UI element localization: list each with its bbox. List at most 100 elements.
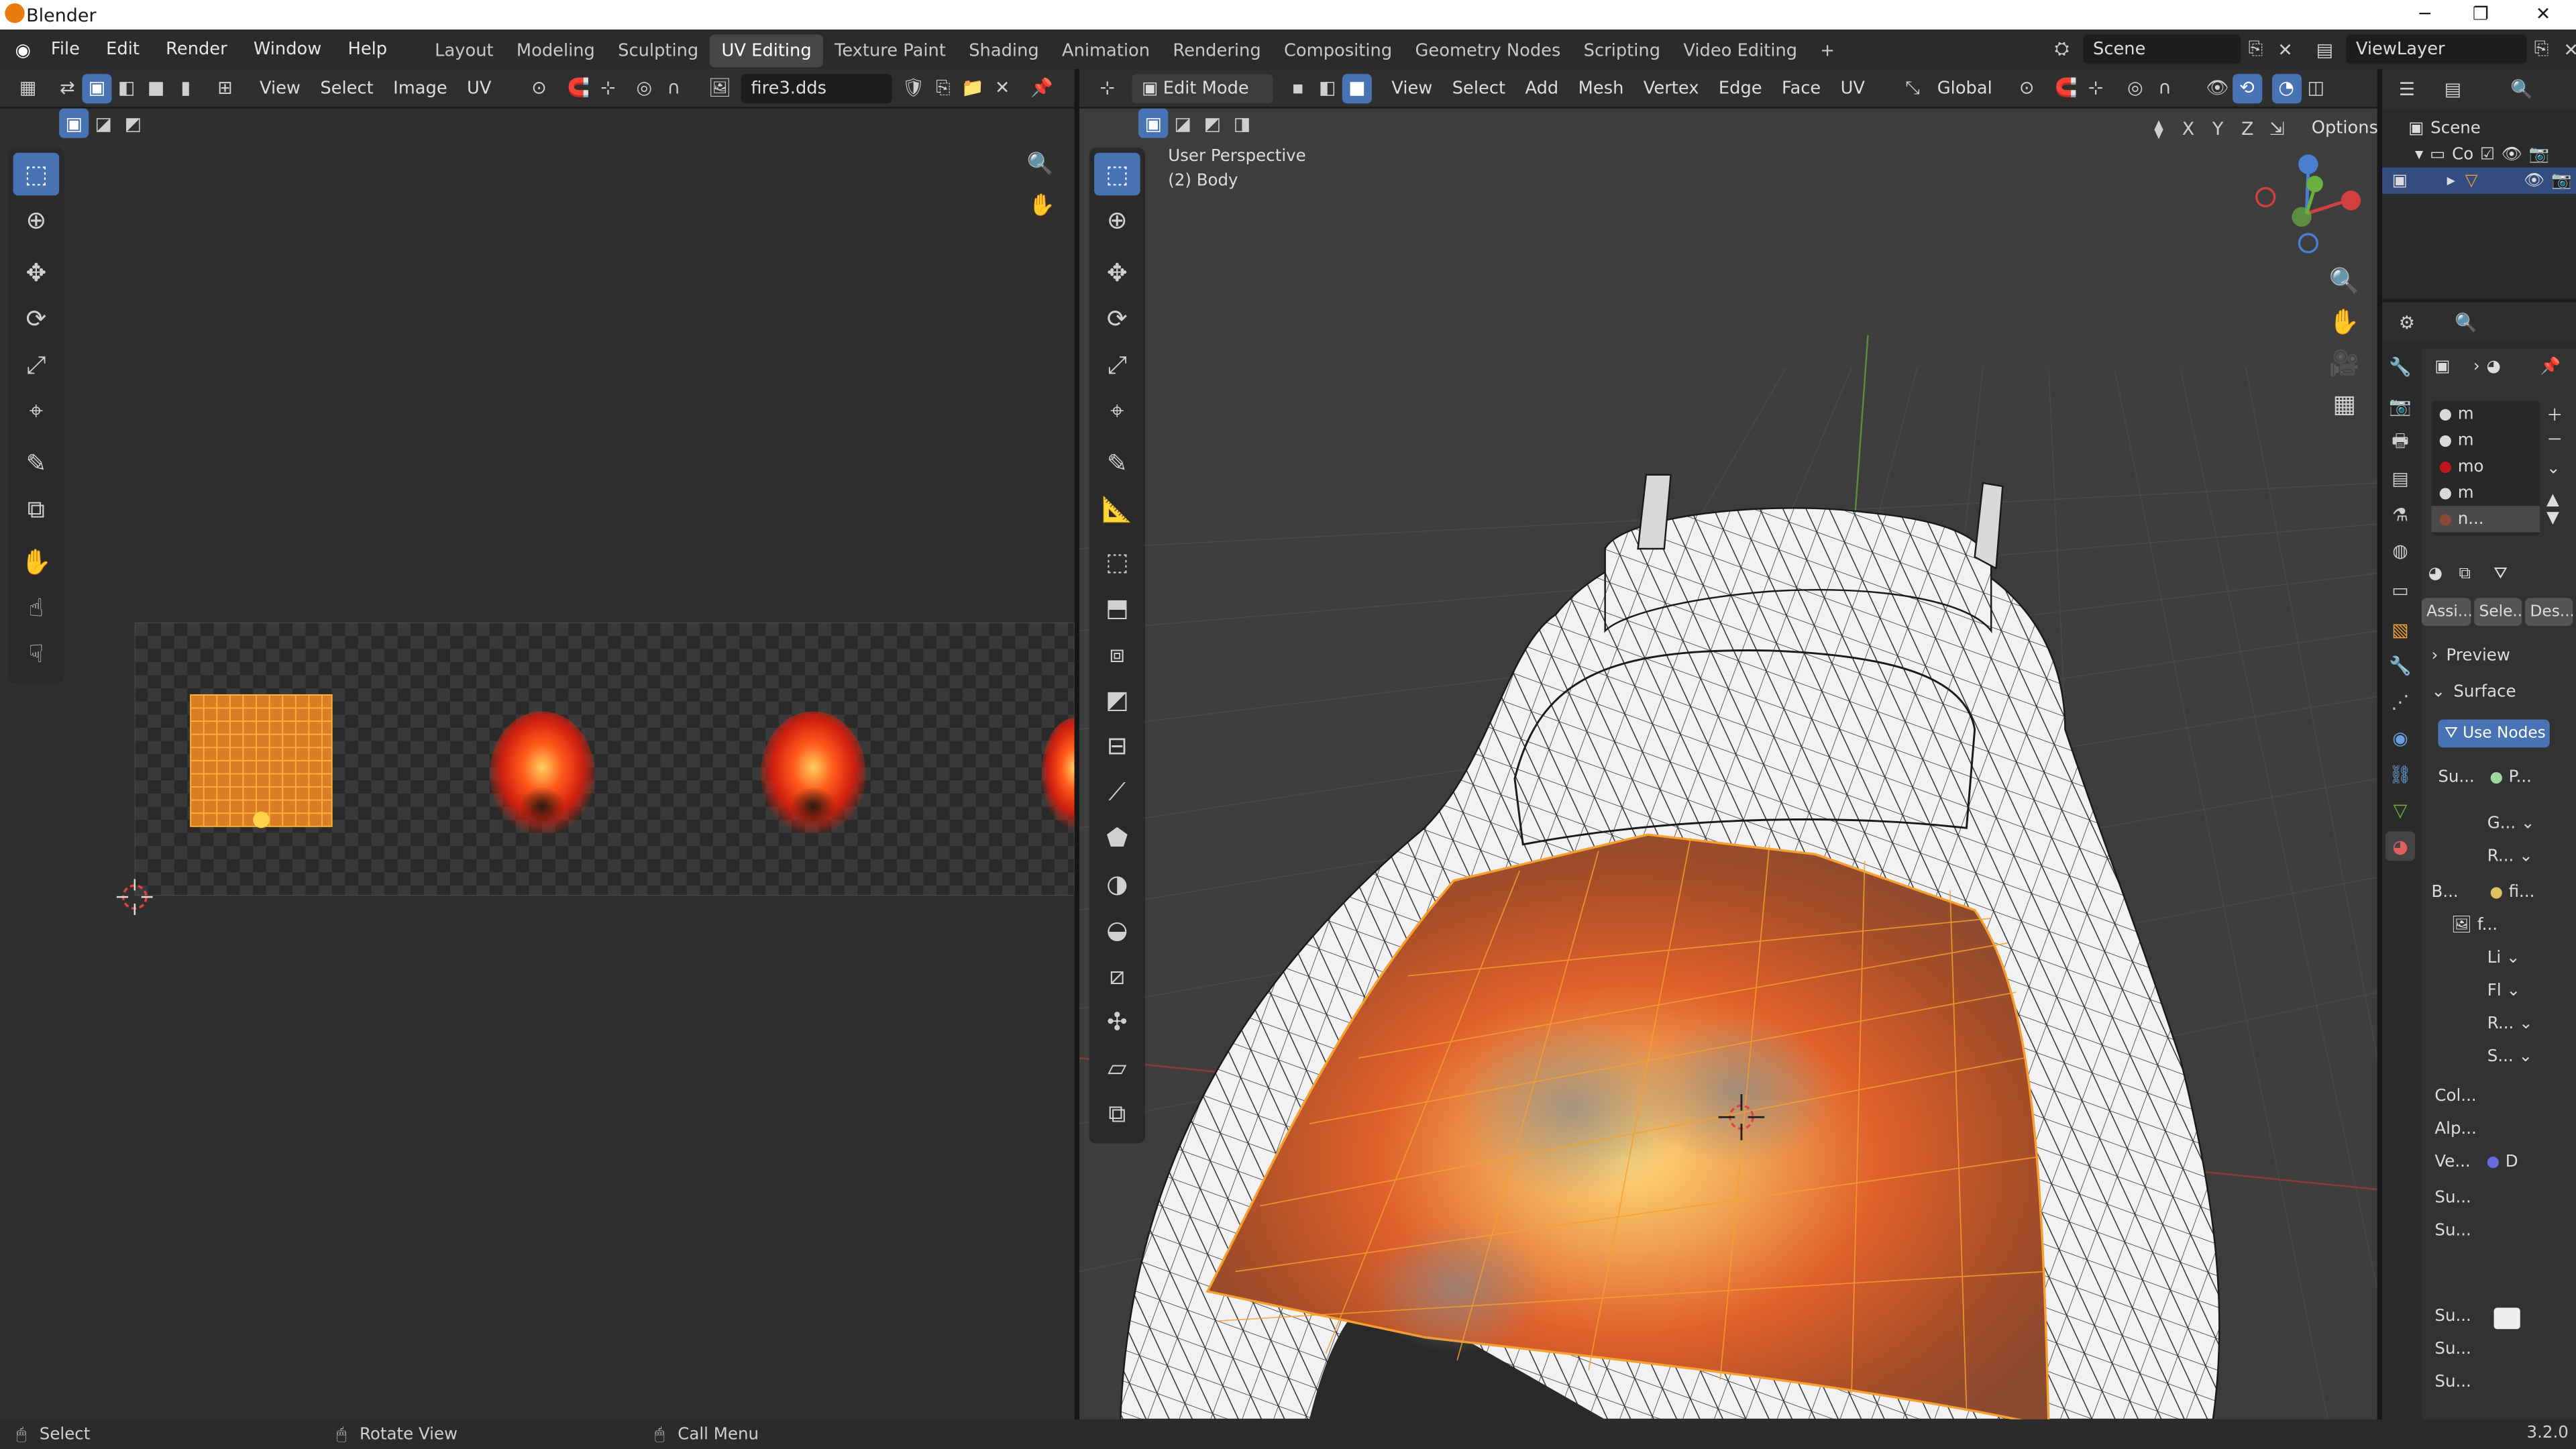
vector-value[interactable]: D (2506, 1153, 2518, 1171)
close-button[interactable]: ✕ (2517, 0, 2569, 30)
select-button[interactable]: Sele... (2474, 598, 2522, 627)
pan-icon[interactable]: ✋ (1028, 194, 1055, 219)
rotate-tool[interactable]: ⟳ (1094, 297, 1140, 340)
image-browse-icon[interactable]: 🖼 (705, 73, 735, 103)
visibility-icon[interactable]: 👁 (2202, 73, 2232, 103)
material-slot[interactable]: mo (2432, 453, 2540, 480)
add-workspace-button[interactable]: + (1809, 34, 1846, 67)
xray-icon[interactable]: ◫ (2301, 73, 2330, 103)
prop-row-value[interactable]: G... (2487, 815, 2516, 833)
bevel-tool[interactable]: ◩ (1094, 678, 1140, 721)
slot-menu-button[interactable]: ⌄ (2546, 460, 2573, 478)
scene-tab-icon[interactable]: ⚗ (2385, 499, 2415, 529)
select-subtract-icon[interactable]: ◩ (118, 109, 148, 138)
surface-panel-header[interactable]: ⌄ Surface (2432, 684, 2516, 702)
search-icon[interactable]: 🔍 (2451, 307, 2481, 337)
output-tab-icon[interactable]: 🖶 (2385, 427, 2415, 457)
modifier-tab-icon[interactable]: 🔧 (2385, 651, 2415, 680)
extrude-tool[interactable]: ⬒ (1094, 586, 1140, 629)
display-mode-icon[interactable]: ▤ (2438, 74, 2467, 103)
open-image-icon[interactable]: 📁 (958, 73, 987, 103)
edge-slide-tool[interactable]: ⧄ (1094, 955, 1140, 998)
new-scene-icon[interactable]: ⎘ (2241, 34, 2270, 64)
snap-icon[interactable]: 🧲 (2051, 73, 2081, 103)
remove-slot-button[interactable]: － (2546, 425, 2573, 450)
edge-mode-icon[interactable]: ◧ (1313, 73, 1342, 103)
island-select-icon[interactable]: ▮ (171, 73, 201, 103)
tab-scripting[interactable]: Scripting (1572, 34, 1672, 67)
proportional-edit-icon[interactable]: ◎ (629, 73, 659, 103)
knife-tool[interactable]: ⟋ (1094, 771, 1140, 814)
snap-target-icon[interactable]: ⊹ (2081, 73, 2110, 103)
tool-tab-icon[interactable]: 🔧 (2385, 352, 2415, 381)
edge-select-icon[interactable]: ◧ (112, 73, 142, 103)
rotate-tool[interactable]: ⟳ (13, 297, 60, 340)
constraints-tab-icon[interactable]: ⛓ (2385, 759, 2415, 788)
shrink-fatten-tool[interactable]: ✣ (1094, 1000, 1140, 1043)
use-nodes-button[interactable]: ⛛ Use Nodes (2438, 719, 2550, 748)
edge-menu[interactable]: Edge (1709, 69, 1772, 108)
poly-build-tool[interactable]: ⬟ (1094, 816, 1140, 859)
add-cube-tool[interactable]: ⬚ (1094, 541, 1140, 584)
subsurface-color-swatch[interactable] (2493, 1307, 2520, 1330)
new-image-icon[interactable]: ⎘ (928, 73, 958, 103)
view-menu[interactable]: View (1382, 69, 1442, 108)
falloff-icon[interactable]: ∩ (659, 73, 688, 103)
pin-icon[interactable]: 📌 (1027, 73, 1057, 103)
measure-tool[interactable]: 📐 (1094, 488, 1140, 531)
tab-geometry-nodes[interactable]: Geometry Nodes (1403, 34, 1572, 67)
transform-tool[interactable]: ⌖ (1094, 389, 1140, 432)
snap-icon[interactable]: 🧲 (564, 73, 593, 103)
vertex-select-icon[interactable]: ▣ (82, 72, 112, 103)
eye-icon[interactable]: 👁 (2502, 146, 2522, 164)
material-slot[interactable]: m (2432, 401, 2540, 427)
pan-icon[interactable]: ✋ (2328, 304, 2361, 340)
search-icon[interactable]: 🔍 (2507, 74, 2536, 103)
move-down-button[interactable]: ▼ (2546, 509, 2573, 527)
scene-render[interactable] (1079, 138, 2377, 1419)
face-select-icon[interactable]: ■ (142, 73, 171, 103)
mode-dropdown[interactable]: ▣ Edit Mode (1132, 72, 1273, 103)
select-box-tool[interactable]: ⬚ (13, 152, 60, 196)
uv-image-canvas[interactable] (134, 623, 1075, 896)
uv-menu-image[interactable]: Image (383, 68, 457, 108)
delete-view-layer-icon[interactable]: ✕ (2557, 34, 2576, 64)
select-new-icon[interactable]: ▣ (1138, 108, 1169, 138)
data-tab-icon[interactable]: ▽ (2385, 795, 2415, 824)
annotate-tool[interactable]: ✎ (13, 442, 60, 485)
shear-tool[interactable]: ▱ (1094, 1046, 1140, 1089)
orientation-dropdown[interactable]: Global (1927, 69, 2002, 108)
tab-animation[interactable]: Animation (1051, 34, 1161, 67)
tab-compositing[interactable]: Compositing (1273, 34, 1403, 67)
grid-icon[interactable]: ▦ (2328, 386, 2361, 423)
menu-help[interactable]: Help (335, 30, 400, 69)
transform-tool[interactable]: ⌖ (13, 389, 60, 432)
view-layer-browse-icon[interactable]: ▤ (2310, 34, 2339, 64)
smooth-tool[interactable]: ◒ (1094, 908, 1140, 951)
move-up-button[interactable]: ▲ (2546, 491, 2573, 509)
particles-tab-icon[interactable]: ⋰ (2385, 687, 2415, 716)
move-tool[interactable]: ✥ (1094, 252, 1140, 294)
mesh-menu[interactable]: Mesh (1568, 69, 1633, 108)
object-tab-icon[interactable]: ▧ (2385, 614, 2415, 644)
fake-user-icon[interactable]: 🛡 (899, 73, 928, 103)
zoom-icon[interactable]: 🔍 (2328, 263, 2361, 299)
editor-type-icon[interactable]: ▦ (13, 73, 43, 103)
spin-tool[interactable]: ◑ (1094, 863, 1140, 906)
node-tree-icon[interactable]: ⛛ (2493, 565, 2508, 583)
select-new-icon[interactable]: ▣ (59, 108, 89, 138)
physics-tab-icon[interactable]: ◉ (2385, 723, 2415, 753)
assign-button[interactable]: Assi... (2421, 598, 2471, 627)
select-invert-icon[interactable]: ◨ (1227, 109, 1256, 138)
loop-cut-tool[interactable]: ⊟ (1094, 724, 1140, 767)
source-value[interactable]: S... (2487, 1048, 2514, 1066)
vertex-mode-icon[interactable]: ▪ (1283, 73, 1313, 103)
scene-browse-icon[interactable]: ⛭ (2047, 34, 2076, 64)
orientation-icon[interactable]: ⤡ (1898, 73, 1927, 103)
face-menu[interactable]: Face (1772, 69, 1831, 108)
relax-tool[interactable]: ☝ (13, 586, 60, 629)
collection-tab-icon[interactable]: ▭ (2385, 575, 2415, 604)
tab-uv-editing[interactable]: UV Editing (710, 34, 823, 68)
tab-video-editing[interactable]: Video Editing (1672, 34, 1809, 67)
sticky-selection-icon[interactable]: ⊞ (210, 73, 239, 103)
